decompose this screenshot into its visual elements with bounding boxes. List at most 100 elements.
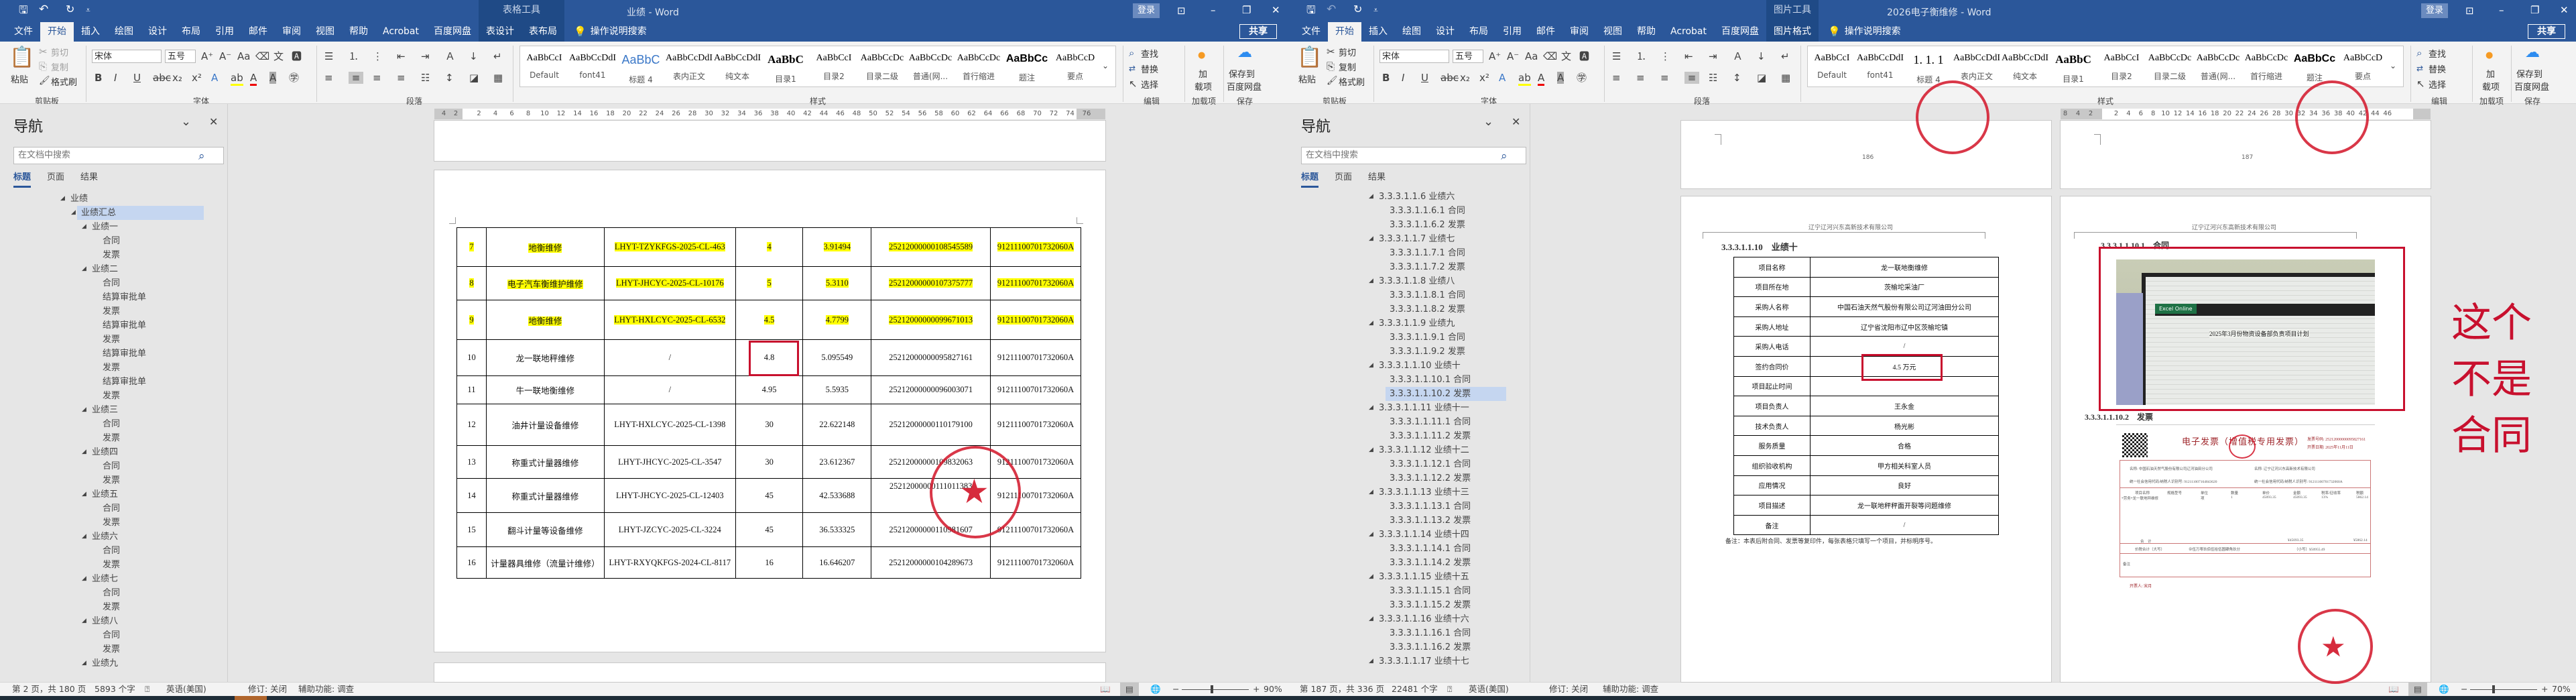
customize-qat-icon[interactable]: ⩡ [86,4,90,16]
gallery-more-icon[interactable]: ⌄ [1102,60,1109,72]
nav-heading-item[interactable]: ◢ 3.3.3.1.1.9 业绩九 [1369,316,1455,331]
nav-heading-item[interactable]: 发票 [99,600,120,614]
nav-heading-item[interactable]: 发票 [99,516,120,530]
expand-triangle-icon[interactable]: ◢ [1369,316,1373,331]
select-icon[interactable]: ↖ [2416,78,2425,90]
font-name-select[interactable]: 宋体 [92,50,162,63]
tab-14[interactable]: 表布局 [522,22,564,42]
nav-heading-item[interactable]: ◢ 3.3.3.1.1.7 业绩七 [1369,232,1455,246]
bullets-icon[interactable]: ☰ [1612,50,1621,62]
nav-heading-item[interactable]: 结算审批单 [99,318,146,333]
paste-button[interactable]: 粘贴 [1298,72,1316,85]
select-button[interactable]: 选择 [2429,78,2446,91]
replace-icon[interactable]: ⇄ [1129,62,1136,74]
nav-heading-item[interactable]: 3.3.3.1.1.7.2 发票 [1386,260,1465,274]
search-icon[interactable]: ⌕ [198,150,205,162]
style-item[interactable]: AaBbCcDdI 表内正文 [665,46,713,86]
nav-heading-item[interactable]: 发票 [99,361,120,375]
find-button[interactable]: 查找 [1141,47,1158,60]
replace-icon[interactable]: ⇄ [2416,62,2423,74]
show-marks-icon[interactable]: ↵ [1781,50,1790,62]
grow-font-icon[interactable]: A⁺ [1489,50,1501,62]
nav-tab-1[interactable]: 页面 [1335,170,1352,188]
expand-triangle-icon[interactable]: ◢ [82,445,86,459]
status-accessibility[interactable]: 辅助功能: 调查 [298,683,354,696]
expand-triangle-icon[interactable]: ◢ [1369,528,1373,542]
read-mode-icon[interactable]: 📖 [2388,683,2399,696]
text-effects-icon[interactable]: A [211,72,218,84]
nav-heading-item[interactable]: 发票 [99,389,120,403]
expand-triangle-icon[interactable]: ◢ [1369,359,1373,373]
status-language[interactable]: 英语(美国) [1469,683,1509,696]
nav-heading-item[interactable]: ◢ 业绩七 [82,572,118,586]
format-painter-icon[interactable]: 🖌 [1327,75,1338,87]
signin-button[interactable]: 登录 [1133,3,1160,18]
expand-triangle-icon[interactable]: ◢ [1369,654,1373,668]
shrink-font-icon[interactable]: A⁻ [1507,50,1519,62]
nav-options-icon[interactable]: ⌄ [181,116,191,128]
style-item[interactable]: AaBbCcDdI font41 [568,46,617,86]
shading-icon[interactable]: ◪ [1757,72,1766,84]
italic-icon[interactable]: I [1402,72,1404,84]
nav-heading-item[interactable]: 发票 [99,558,120,572]
tell-me-search[interactable]: 💡 操作说明搜索 [1819,22,1901,42]
nav-search-input[interactable]: 在文档中搜索 [13,147,224,164]
zoom-level[interactable]: 70% [2552,683,2571,696]
justify-icon[interactable]: ≡ [1684,72,1699,84]
ribbon-display-icon[interactable]: ⊡ [1177,5,1186,17]
style-item[interactable]: AaBbCcI Default [1808,46,1856,86]
nav-heading-item[interactable]: 合同 [99,628,120,642]
char-border-icon[interactable]: 🅰 [1579,50,1589,62]
expand-triangle-icon[interactable]: ◢ [71,206,76,220]
tab-3[interactable]: 绘图 [107,22,141,42]
superscript-icon[interactable]: x² [192,72,202,84]
style-item[interactable]: AaBbC 目录1 [2049,46,2097,86]
tab-7[interactable]: 邮件 [1529,22,1562,42]
justify-icon[interactable]: ≡ [397,72,406,84]
nav-heading-item[interactable]: 3.3.3.1.1.14.2 发票 [1386,556,1471,570]
tab-10[interactable]: 帮助 [1630,22,1663,42]
multilevel-list-icon[interactable]: ⋮ [373,50,383,62]
expand-triangle-icon[interactable]: ◢ [1369,232,1373,246]
addins-icon[interactable]: ● [1198,50,1205,62]
cut-icon[interactable]: ✂ [1327,46,1335,58]
nav-heading-item[interactable]: 合同 [99,234,120,248]
underline-icon[interactable]: U [1421,72,1428,84]
tab-8[interactable]: 审阅 [275,22,308,42]
close-icon[interactable]: ✕ [1272,4,1280,16]
select-button[interactable]: 选择 [1141,78,1158,91]
baidu-netdisk-icon[interactable]: ☁ [1237,46,1252,60]
borders-icon[interactable]: ▦ [493,72,503,84]
addins-button-line2[interactable]: 载项 [1194,80,1212,93]
redo-icon[interactable]: ↻ [66,3,74,15]
style-item[interactable]: AaBbCcI 目录2 [810,46,858,86]
nav-heading-item[interactable]: 发票 [99,304,120,318]
nav-search-input[interactable]: 在文档中搜索 [1301,147,1526,164]
sort-icon[interactable]: ↓ [469,50,478,62]
nav-heading-item[interactable]: 3.3.3.1.1.9.1 合同 [1386,331,1465,345]
status-language[interactable]: 英语(美国) [166,683,206,696]
find-icon[interactable]: ⌕ [1129,47,1134,59]
undo-icon[interactable]: ↶ [1327,3,1336,15]
print-layout-icon[interactable]: ▤ [2408,683,2427,696]
status-page[interactable]: 第 2 页，共 180 页 [12,683,86,696]
nav-heading-item[interactable]: 发票 [99,473,120,487]
subscript-icon[interactable]: x₂ [172,72,182,84]
clear-format-icon[interactable]: ⌫ [1543,50,1557,62]
nav-heading-item[interactable]: 3.3.3.1.1.6.1 合同 [1386,204,1465,218]
line-spacing-icon[interactable]: ↕ [1733,72,1741,84]
zoom-slider-thumb[interactable] [2492,685,2495,693]
char-border-icon[interactable]: 🅰 [292,50,302,62]
align-right-icon[interactable]: ≡ [1660,72,1669,84]
nav-heading-item[interactable]: 发票 [99,431,120,445]
nav-heading-item[interactable]: 3.3.3.1.1.13.2 发票 [1386,514,1471,528]
font-size-select[interactable]: 五号 [165,50,196,63]
nav-heading-item[interactable]: 合同 [99,544,120,558]
style-item[interactable]: AaBbCcDc 普通(网... [2194,46,2242,86]
search-icon[interactable]: ⌕ [1501,150,1508,162]
shading-icon[interactable]: ◪ [469,72,479,84]
nav-heading-item[interactable]: ◢ 3.3.3.1.1.13 业绩十三 [1369,485,1469,500]
underline-icon[interactable]: U [133,72,141,84]
nav-heading-item[interactable]: ◢ 3.3.3.1.1.17 业绩十七 [1369,654,1469,668]
nav-heading-item[interactable]: ◢ 3.3.3.1.1.15 业绩十五 [1369,570,1469,584]
